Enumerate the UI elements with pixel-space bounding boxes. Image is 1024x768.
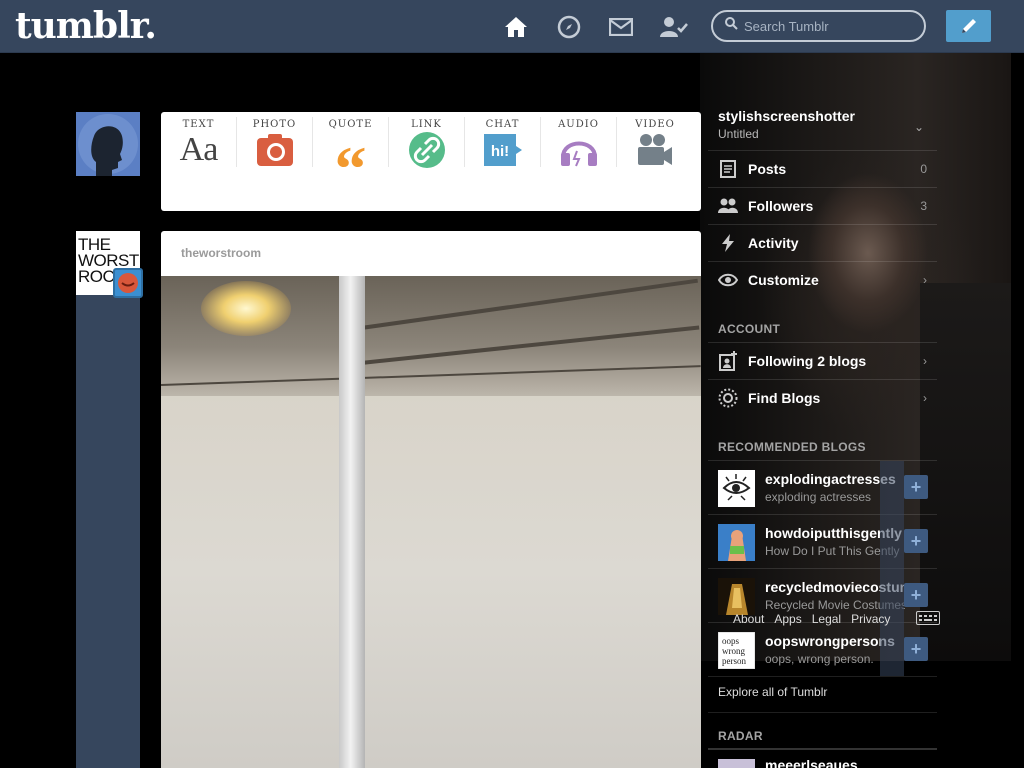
radar-heading: RADAR: [718, 729, 763, 743]
posts-icon: [708, 160, 748, 178]
home-icon[interactable]: [502, 13, 530, 41]
post-type-link[interactable]: LINK: [389, 117, 465, 168]
inbox-envelope-icon[interactable]: [607, 13, 635, 41]
post-photo[interactable]: [161, 276, 701, 768]
following-icon: [708, 351, 748, 371]
left-rail: [76, 295, 140, 768]
sidebar-item-count: ›: [923, 391, 927, 405]
svg-text:oops: oops: [722, 636, 740, 646]
keyboard-shortcuts-icon[interactable]: [916, 611, 940, 625]
post-type-video[interactable]: VIDEO: [617, 117, 693, 167]
sidebar-divider: [708, 748, 937, 750]
search-box[interactable]: [711, 10, 926, 42]
footer-link-apps[interactable]: Apps: [774, 612, 801, 626]
recommended-blog-avatar[interactable]: [718, 578, 755, 615]
post-type-audio[interactable]: AUDIO: [541, 117, 617, 167]
sidebar-divider: [708, 712, 937, 713]
radar-blog-name[interactable]: meeerlseaues: [765, 757, 858, 768]
sidebar-divider: [708, 676, 937, 677]
follow-buttons-strip: [880, 461, 904, 676]
headphones-icon: [559, 133, 599, 167]
post-type-photo[interactable]: PHOTO: [237, 117, 313, 167]
post-type-label: TEXT: [182, 119, 215, 130]
search-icon: [725, 17, 738, 35]
post-type-label: LINK: [411, 119, 442, 130]
photo-lamp: [201, 281, 291, 336]
text-icon: Aa: [179, 131, 219, 168]
svg-text:wrong: wrong: [722, 646, 745, 656]
sidebar-blog-subtitle: Untitled: [718, 127, 759, 141]
footer-links: About Apps Legal Privacy: [733, 612, 890, 626]
sidebar-item-count: 3: [920, 199, 927, 213]
follow-button[interactable]: +: [904, 529, 928, 553]
new-post-bar: TEXT Aa PHOTO QUOTE “ LINK CHAT hi! AUDIO V…: [161, 112, 701, 211]
sidebar-item-label: Find Blogs: [748, 390, 821, 406]
top-navbar: tumblr.: [0, 0, 1024, 53]
sidebar-item-followers[interactable]: Followers 3: [708, 187, 937, 224]
footer-link-privacy[interactable]: Privacy: [851, 612, 890, 626]
recommended-blog-avatar[interactable]: oops wrong person: [717, 631, 756, 670]
post-type-label: QUOTE: [328, 119, 373, 130]
find-blogs-icon: [708, 388, 748, 408]
sidebar-item-count: 0: [920, 162, 927, 176]
follow-button[interactable]: +: [904, 637, 928, 661]
chevron-down-icon[interactable]: ⌄: [914, 120, 924, 134]
post-type-chat[interactable]: CHAT hi!: [465, 117, 541, 167]
follow-button[interactable]: +: [904, 583, 928, 607]
pencil-icon: [961, 19, 976, 33]
quote-icon: “: [334, 133, 367, 204]
sidebar-item-find-blogs[interactable]: Find Blogs ›: [708, 379, 937, 416]
post-type-text[interactable]: TEXT Aa: [161, 117, 237, 167]
radar-avatar[interactable]: [718, 759, 755, 768]
explore-compass-icon[interactable]: [555, 13, 583, 41]
link-icon: [408, 132, 445, 168]
post-blog-name[interactable]: theworstroom: [161, 231, 701, 276]
post-type-label: CHAT: [485, 119, 520, 130]
sidebar-item-count: ›: [923, 273, 927, 287]
sidebar-blog-name[interactable]: stylishscreenshotter: [718, 108, 855, 124]
account-user-icon[interactable]: [660, 13, 688, 41]
recommended-heading: RECOMMENDED BLOGS: [718, 440, 866, 454]
sidebar-item-count: ›: [923, 354, 927, 368]
post-type-label: VIDEO: [635, 119, 675, 130]
explore-tumblr-link[interactable]: Explore all of Tumblr: [718, 685, 827, 699]
sidebar-item-label: Following 2 blogs: [748, 353, 867, 369]
sidebar-item-label: Posts: [748, 161, 787, 177]
followers-icon: [708, 198, 748, 214]
sidebar-item-customize[interactable]: Customize ›: [708, 261, 937, 298]
reblog-source-avatar[interactable]: [113, 268, 143, 298]
footer-link-legal[interactable]: Legal: [812, 612, 841, 626]
video-camera-icon: [636, 133, 674, 167]
recommended-blog-avatar[interactable]: [718, 470, 755, 507]
footer-link-about[interactable]: About: [733, 612, 764, 626]
sidebar-item-label: Customize: [748, 272, 819, 288]
sidebar-item-posts[interactable]: Posts 0: [708, 150, 937, 187]
sidebar-item-label: Followers: [748, 198, 814, 214]
sidebar-item-following-2-blogs[interactable]: Following 2 blogs ›: [708, 342, 937, 379]
user-avatar[interactable]: [76, 112, 140, 176]
post-type-label: PHOTO: [252, 119, 297, 130]
account-heading: ACCOUNT: [718, 322, 781, 336]
search-input[interactable]: [744, 18, 914, 34]
eye-icon: [708, 273, 748, 287]
follow-button[interactable]: +: [904, 475, 928, 499]
compose-post-button[interactable]: [946, 10, 991, 42]
chat-icon: hi!: [483, 133, 523, 167]
dashboard-post: theworstroom: [161, 231, 701, 768]
post-type-quote[interactable]: QUOTE “: [313, 117, 389, 204]
tumblr-logo[interactable]: tumblr.: [15, 5, 157, 47]
svg-text:hi!: hi!: [490, 143, 508, 160]
recommended-blog-avatar[interactable]: [718, 524, 755, 561]
svg-text:person: person: [722, 656, 746, 666]
post-type-label: AUDIO: [558, 119, 599, 130]
sidebar-item-label: Activity: [748, 235, 799, 251]
photo-pipe: [339, 276, 365, 768]
camera-icon: [256, 133, 294, 167]
sidebar-item-activity[interactable]: Activity: [708, 224, 937, 261]
lightning-icon: [708, 234, 748, 252]
